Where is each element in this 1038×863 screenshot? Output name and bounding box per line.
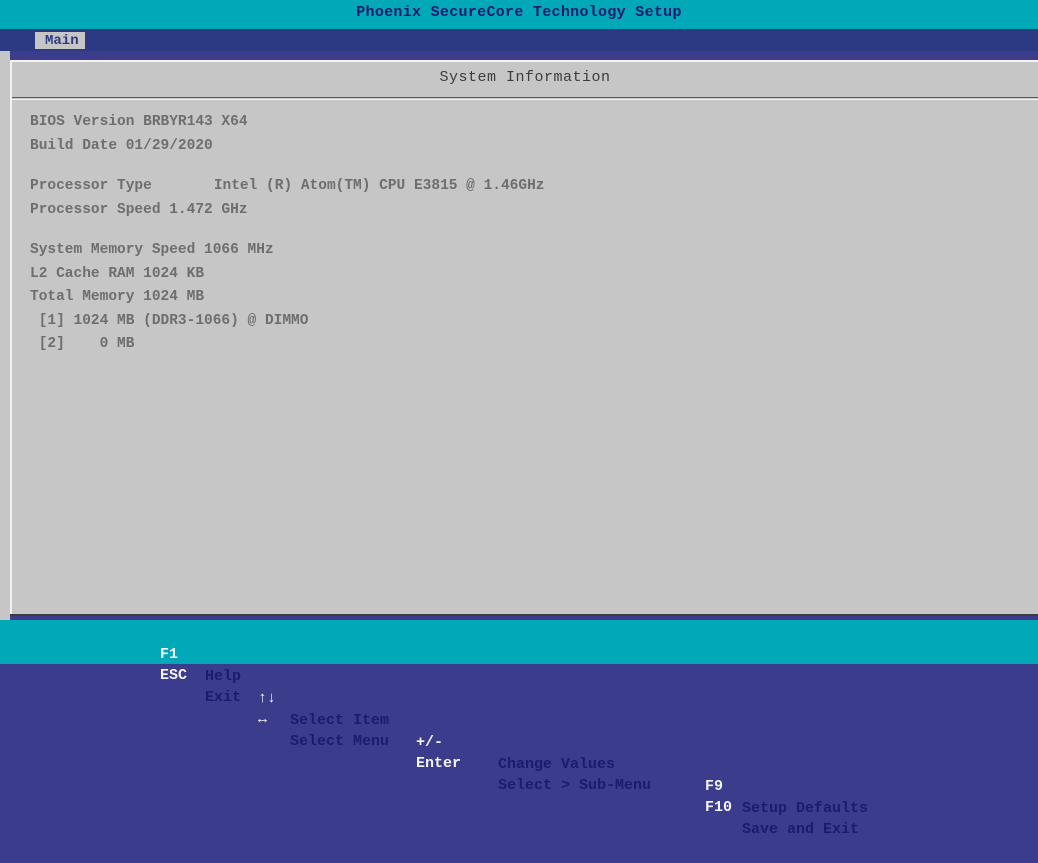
key-plusminus-desc: Change Values: [498, 756, 616, 773]
tab-main[interactable]: Main: [35, 32, 85, 51]
title-bar: Phoenix SecureCore Technology Setup: [0, 0, 1038, 29]
key-esc-desc: Exit: [205, 689, 242, 706]
key-f10: F10: [705, 799, 733, 816]
memory-speed: System Memory Speed 1066 MHz: [30, 242, 274, 258]
key-plusminus: +/-: [416, 734, 444, 751]
key-updown-desc: Select Item: [290, 712, 390, 729]
key-enter: Enter: [416, 755, 462, 772]
key-enter-desc: Select > Sub-Menu: [498, 777, 652, 794]
up-down-arrows-icon: ↑↓: [258, 690, 277, 707]
window-title: Phoenix SecureCore Technology Setup: [356, 4, 682, 21]
processor-type-value: Intel (R) Atom(TM) CPU E3815 @ 1.46GHz: [213, 178, 545, 194]
memory-slot-2: [2] 0 MB: [30, 336, 135, 352]
key-help-row: F1 Help ↑↓ Select Item +/- Change Values…: [0, 622, 868, 817]
key-leftright-desc: Select Menu: [290, 733, 390, 750]
left-border-strip: [0, 51, 10, 620]
key-esc: ESC: [160, 667, 188, 684]
total-memory: Total Memory 1024 MB: [30, 289, 205, 305]
system-information-panel: System Information BIOS Version BRBYR143…: [10, 60, 1038, 616]
menu-bar: Main: [0, 29, 1038, 51]
l2-cache: L2 Cache RAM 1024 KB: [30, 265, 205, 282]
key-help-row: ESC Exit ↔ Select Menu Enter Select > Su…: [0, 643, 859, 838]
processor-type: Processor Type Intel (R) Atom(TM) CPU E38…: [30, 175, 544, 199]
key-f10-desc: Save and Exit: [742, 821, 860, 838]
key-f9: F9: [705, 778, 724, 795]
key-f1-desc: Help: [205, 668, 242, 685]
processor-speed: Processor Speed 1.472 GHz: [30, 201, 248, 218]
key-f9-desc: Setup Defaults: [742, 800, 869, 817]
processor-type-label: Processor Type: [30, 178, 152, 194]
divider: [12, 99, 1038, 100]
left-right-arrows-icon: ↔: [258, 711, 268, 728]
key-help-bar: F1 Help ↑↓ Select Item +/- Change Values…: [0, 620, 1038, 838]
system-info-list: BIOS Version BRBYR143 X64 Build Date 01/…: [30, 111, 544, 357]
panel-bottom-border: [10, 614, 1038, 616]
bios-version: BIOS Version BRBYR143 X64: [30, 114, 248, 130]
memory-slot-1: [1] 1024 MB (DDR3-1066) @ DIMMO: [30, 312, 309, 329]
panel-title: System Information: [12, 62, 1038, 98]
build-date: Build Date 01/29/2020: [30, 137, 213, 154]
key-f1: F1: [160, 646, 179, 663]
